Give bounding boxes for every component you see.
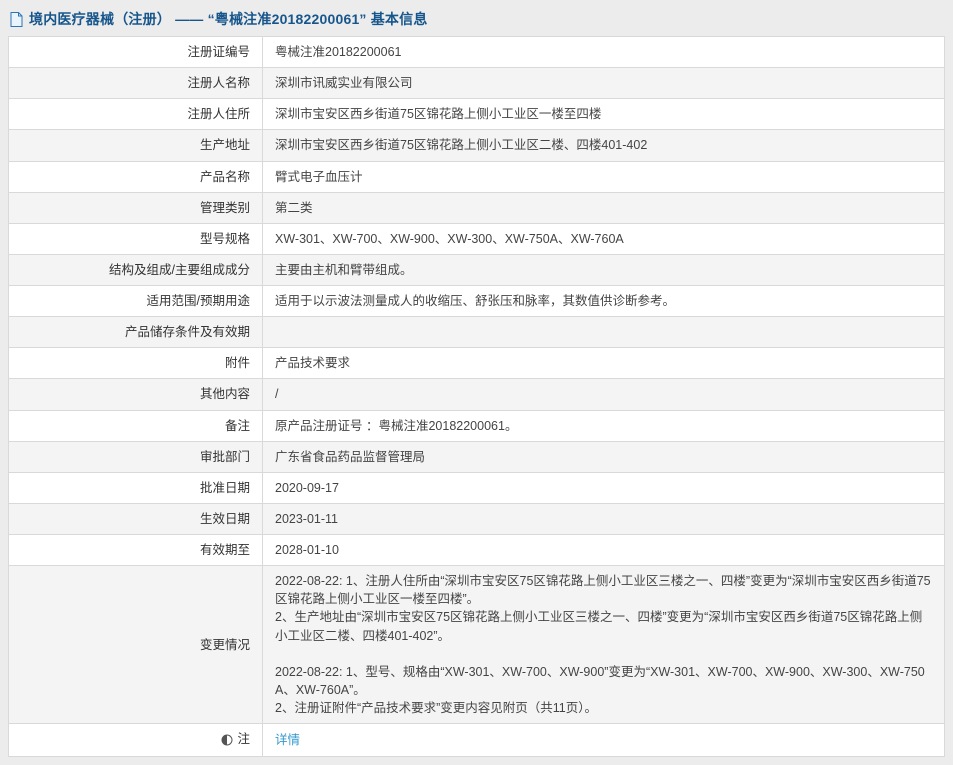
row-label: 其他内容	[9, 379, 263, 410]
row-label: 生产地址	[9, 130, 263, 161]
row-value: 主要由主机和臂带组成。	[263, 254, 945, 285]
note-icon	[221, 734, 233, 746]
row-label: 注册人住所	[9, 99, 263, 130]
row-value: 臂式电子血压计	[263, 161, 945, 192]
document-icon	[10, 12, 23, 27]
row-value: 深圳市讯威实业有限公司	[263, 68, 945, 99]
row-value: 2020-09-17	[263, 472, 945, 503]
row-value: 2028-01-10	[263, 535, 945, 566]
table-row: 产品储存条件及有效期	[9, 317, 945, 348]
table-row: 注册证编号 粤械注准20182200061	[9, 37, 945, 68]
table-row: 生产地址 深圳市宝安区西乡街道75区锦花路上侧小工业区二楼、四楼401-402	[9, 130, 945, 161]
row-value: 2023-01-11	[263, 503, 945, 534]
row-value: 详情	[263, 724, 945, 757]
registration-info-table: 注册证编号 粤械注准20182200061 注册人名称 深圳市讯威实业有限公司 …	[8, 36, 945, 757]
row-label: 产品储存条件及有效期	[9, 317, 263, 348]
table-row: 批准日期 2020-09-17	[9, 472, 945, 503]
row-label: 产品名称	[9, 161, 263, 192]
table-row: 管理类别 第二类	[9, 192, 945, 223]
table-row-change-history: 变更情况 2022-08-22: 1、注册人住所由“深圳市宝安区75区锦花路上侧…	[9, 566, 945, 724]
table-row: 产品名称 臂式电子血压计	[9, 161, 945, 192]
table-row: 适用范围/预期用途 适用于以示波法测量成人的收缩压、舒张压和脉率，其数值供诊断参…	[9, 286, 945, 317]
row-value: 适用于以示波法测量成人的收缩压、舒张压和脉率，其数值供诊断参考。	[263, 286, 945, 317]
row-label: 注	[9, 724, 263, 757]
row-label: 注册证编号	[9, 37, 263, 68]
table-row: 审批部门 广东省食品药品监督管理局	[9, 441, 945, 472]
row-label: 注册人名称	[9, 68, 263, 99]
row-value	[263, 317, 945, 348]
row-label: 生效日期	[9, 503, 263, 534]
table-row: 注册人名称 深圳市讯威实业有限公司	[9, 68, 945, 99]
row-label: 变更情况	[9, 566, 263, 724]
page-title: 境内医疗器械（注册） —— “粤械注准20182200061” 基本信息	[29, 9, 428, 29]
row-value: 第二类	[263, 192, 945, 223]
table-row: 注册人住所 深圳市宝安区西乡街道75区锦花路上侧小工业区一楼至四楼	[9, 99, 945, 130]
table-row: 有效期至 2028-01-10	[9, 535, 945, 566]
table-row-note: 注 详情	[9, 724, 945, 757]
row-value: 深圳市宝安区西乡街道75区锦花路上侧小工业区一楼至四楼	[263, 99, 945, 130]
row-value: XW-301、XW-700、XW-900、XW-300、XW-750A、XW-7…	[263, 223, 945, 254]
row-value: 深圳市宝安区西乡街道75区锦花路上侧小工业区二楼、四楼401-402	[263, 130, 945, 161]
row-label: 型号规格	[9, 223, 263, 254]
table-row: 备注 原产品注册证号 ：粤械注准20182200061。	[9, 410, 945, 441]
row-label: 适用范围/预期用途	[9, 286, 263, 317]
row-label: 有效期至	[9, 535, 263, 566]
row-label: 备注	[9, 410, 263, 441]
row-label: 审批部门	[9, 441, 263, 472]
note-label-text: 注	[237, 730, 250, 748]
row-value-change-history: 2022-08-22: 1、注册人住所由“深圳市宝安区75区锦花路上侧小工业区三…	[263, 566, 945, 724]
table-row: 结构及组成/主要组成成分 主要由主机和臂带组成。	[9, 254, 945, 285]
row-label: 批准日期	[9, 472, 263, 503]
row-value: 广东省食品药品监督管理局	[263, 441, 945, 472]
table-row: 其他内容 /	[9, 379, 945, 410]
row-value: /	[263, 379, 945, 410]
row-label: 结构及组成/主要组成成分	[9, 254, 263, 285]
row-label: 管理类别	[9, 192, 263, 223]
page-header: 境内医疗器械（注册） —— “粤械注准20182200061” 基本信息	[0, 0, 953, 36]
row-label: 附件	[9, 348, 263, 379]
table-row: 生效日期 2023-01-11	[9, 503, 945, 534]
details-link[interactable]: 详情	[275, 733, 300, 747]
row-value: 产品技术要求	[263, 348, 945, 379]
table-row: 型号规格 XW-301、XW-700、XW-900、XW-300、XW-750A…	[9, 223, 945, 254]
table-row: 附件 产品技术要求	[9, 348, 945, 379]
row-value: 粤械注准20182200061	[263, 37, 945, 68]
registration-detail-page: 境内医疗器械（注册） —— “粤械注准20182200061” 基本信息 注册证…	[0, 0, 953, 757]
row-value: 原产品注册证号 ：粤械注准20182200061。	[263, 410, 945, 441]
